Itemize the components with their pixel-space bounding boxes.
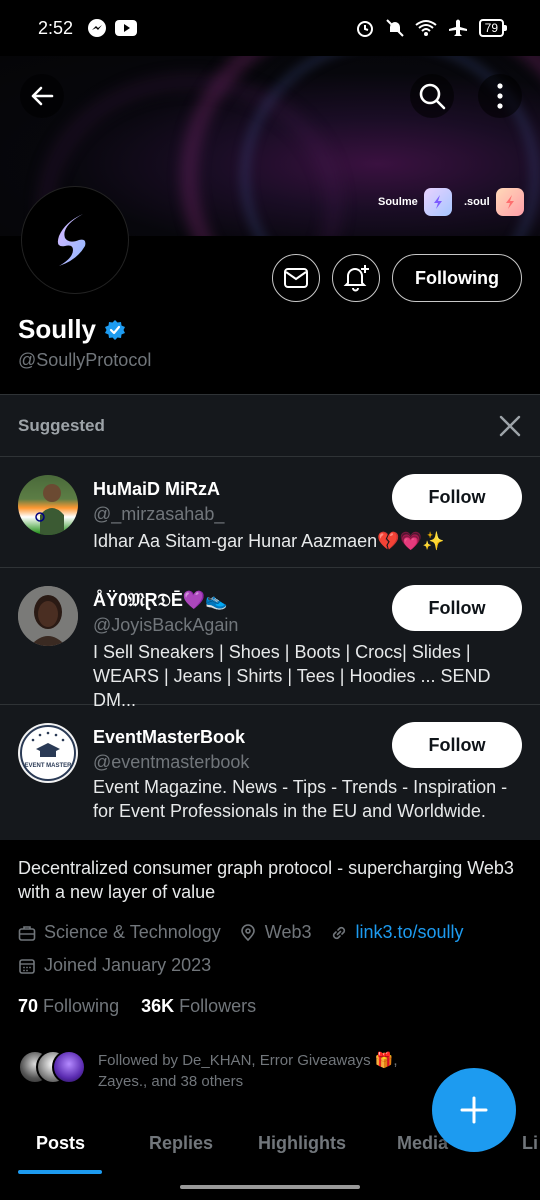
search-icon <box>419 83 446 110</box>
user-bio: Event Magazine. News - Tips - Trends - I… <box>93 777 508 821</box>
avatar <box>52 1050 86 1084</box>
profile-location: Web3 <box>264 922 312 942</box>
more-vertical-icon <box>497 83 503 109</box>
follow-button[interactable]: Follow <box>392 585 522 631</box>
youtube-icon <box>115 20 138 36</box>
airplane-icon <box>448 19 467 36</box>
profile-name: Soully <box>18 314 126 345</box>
messenger-icon <box>88 19 107 37</box>
status-time: 2:52 <box>38 17 74 38</box>
svg-text:EVENT MASTER: EVENT MASTER <box>24 763 72 769</box>
user-handle: @eventmasterbook <box>93 752 250 772</box>
user-name[interactable]: HuMaiD MiRzA <box>93 479 220 500</box>
suggested-title: Suggested <box>18 415 105 435</box>
envelope-icon <box>284 268 308 288</box>
search-button[interactable] <box>410 74 454 118</box>
close-icon[interactable] <box>498 414 522 438</box>
profile-avatar[interactable] <box>22 187 128 293</box>
follow-button[interactable]: Follow <box>392 722 522 768</box>
suggested-user[interactable]: HuMaiD MiRzA @_mirzasahab_ Idhar Aa Sita… <box>0 457 540 568</box>
back-button[interactable] <box>20 74 64 118</box>
profile-meta-row: Science & Technology Web3 link3.to/soull… <box>18 922 464 943</box>
link-icon <box>332 926 345 939</box>
soully-logo-icon <box>57 214 86 266</box>
user-handle: @_mirzasahab_ <box>93 504 225 524</box>
alarm-icon <box>356 21 373 37</box>
profile-stats: 70 Following 36K Followers <box>18 996 256 1017</box>
profile-bio: Decentralized consumer graph protocol - … <box>18 858 514 902</box>
status-bar: 2:52 79 <box>0 0 540 56</box>
wifi-icon <box>415 20 437 36</box>
banner-brand-soul: .soul <box>464 188 524 216</box>
profile-handle: @SoullyProtocol <box>18 350 152 370</box>
follow-button[interactable]: Follow <box>392 474 522 520</box>
tab-likes[interactable]: Li <box>522 1133 538 1154</box>
battery-indicator: 79 <box>478 19 508 37</box>
user-avatar[interactable]: EVENT MASTER <box>18 723 78 783</box>
user-avatar[interactable] <box>18 475 78 535</box>
user-bio: Idhar Aa Sitam-gar Hunar Aazmaen💔💗✨ <box>93 531 445 551</box>
suggested-user[interactable]: ÅŸ0𝔐Ɽ𝔇Ē💜👟 @JoyisBackAgain I Sell Sneaker… <box>0 568 540 710</box>
user-name[interactable]: EventMasterBook <box>93 727 245 748</box>
suggested-header: Suggested <box>0 395 540 457</box>
profile-joined: Joined January 2023 <box>44 955 212 975</box>
active-tab-indicator <box>18 1170 102 1174</box>
following-stat[interactable]: 70 Following <box>18 996 119 1017</box>
tab-replies[interactable]: Replies <box>149 1133 213 1154</box>
mute-icon <box>385 19 404 37</box>
plus-icon <box>460 1096 488 1124</box>
briefcase-icon <box>18 925 36 941</box>
message-button[interactable] <box>272 254 320 302</box>
verified-badge-icon <box>105 319 126 340</box>
tab-highlights[interactable]: Highlights <box>258 1133 346 1154</box>
banner-brand-soulme: Soulme <box>378 188 452 216</box>
more-options-button[interactable] <box>478 74 522 118</box>
user-handle: @JoyisBackAgain <box>93 615 239 635</box>
soul-logo-icon <box>495 188 524 216</box>
arrow-left-icon <box>31 86 54 106</box>
bell-plus-icon <box>343 265 369 292</box>
tab-posts[interactable]: Posts <box>36 1133 85 1154</box>
profile-joined-row: Joined January 2023 <box>18 955 211 976</box>
location-pin-icon <box>240 923 255 941</box>
suggested-user[interactable]: EVENT MASTER EventMasterBook @eventmaste… <box>0 705 540 840</box>
profile-category: Science & Technology <box>44 922 221 942</box>
user-name[interactable]: ÅŸ0𝔐Ɽ𝔇Ē💜👟 <box>93 590 228 611</box>
compose-post-button[interactable] <box>432 1068 516 1152</box>
following-button[interactable]: Following <box>392 254 522 302</box>
user-bio: I Sell Sneakers | Shoes | Boots | Crocs|… <box>93 642 491 710</box>
profile-link[interactable]: link3.to/soully <box>356 922 464 943</box>
soulme-logo-icon <box>423 188 452 216</box>
home-indicator[interactable] <box>180 1185 360 1189</box>
followers-stat[interactable]: 36K Followers <box>141 996 256 1017</box>
notify-button[interactable] <box>332 254 380 302</box>
followed-by-avatars <box>18 1050 88 1086</box>
user-avatar[interactable] <box>18 586 78 646</box>
calendar-icon <box>19 958 35 974</box>
suggested-panel: Suggested HuMaiD MiRzA @_mirzasahab_ Idh… <box>0 394 540 840</box>
